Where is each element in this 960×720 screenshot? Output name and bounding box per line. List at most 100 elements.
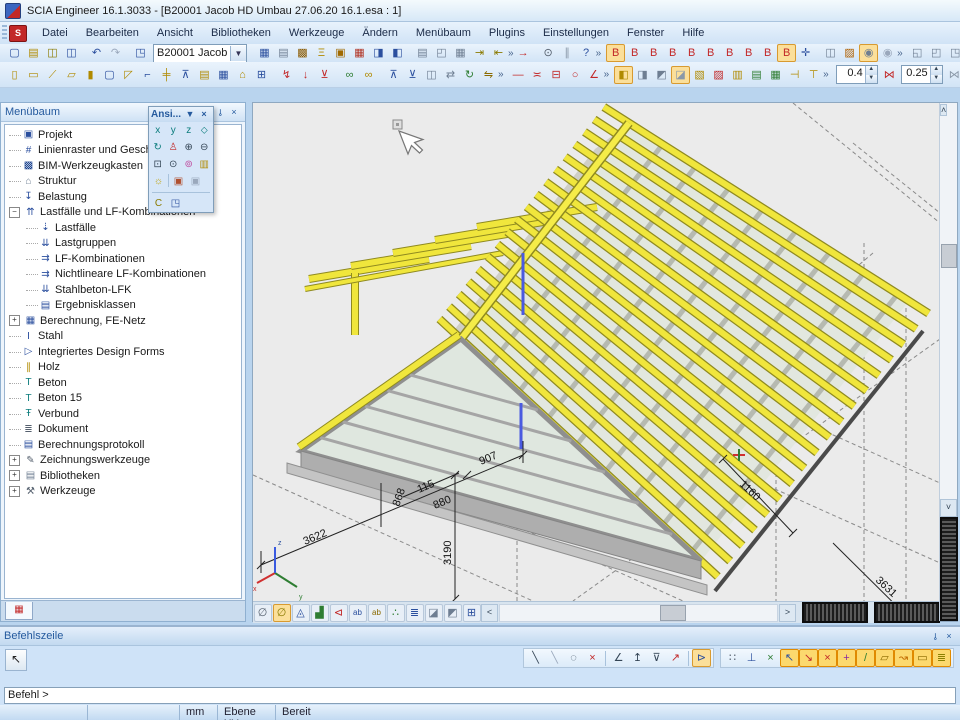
toolbar-overflow-icon[interactable]: » xyxy=(897,48,903,59)
beam-tool-icon[interactable]: ▭ xyxy=(24,66,43,84)
render-surface-icon[interactable]: ∅ xyxy=(273,604,291,622)
ucs-icon[interactable]: ◨ xyxy=(633,66,652,84)
load-panel-icon[interactable]: ▤ xyxy=(195,66,214,84)
catalog-block-icon[interactable]: ▦ xyxy=(214,66,233,84)
select-slabs-icon[interactable]: B xyxy=(644,44,663,62)
project-selector[interactable]: B20001 Jacob HD Umbau▼ xyxy=(153,44,247,63)
grid-tool-icon[interactable]: ⊞ xyxy=(252,66,271,84)
tree-expander-icon[interactable]: + xyxy=(9,470,20,481)
snap-line2-icon[interactable]: ╲ xyxy=(545,649,564,667)
select-by-property-icon[interactable]: B xyxy=(777,44,796,62)
section2-icon[interactable]: ▥ xyxy=(728,66,747,84)
tree-item-integriertes-design-forms[interactable]: ▷Integriertes Design Forms xyxy=(5,344,241,360)
opening-tool-icon[interactable]: ▢ xyxy=(100,66,119,84)
menu-bearbeiten[interactable]: Bearbeiten xyxy=(77,24,148,42)
view-plane-icon[interactable]: ◪ xyxy=(671,66,690,84)
tree-item-holz[interactable]: ∥Holz xyxy=(5,360,241,376)
dock-left-icon[interactable]: ⊣ xyxy=(785,66,804,84)
zoom-document-icon[interactable]: ⊙ xyxy=(539,44,558,62)
clipboard-icon[interactable]: ▣ xyxy=(331,44,350,62)
rotate-view-icon[interactable]: ↻ xyxy=(150,139,166,156)
mirror-icon[interactable]: ⇋ xyxy=(479,66,498,84)
ucs2-icon[interactable]: ◩ xyxy=(652,66,671,84)
tree-item-ergebnisklassen[interactable]: ▤Ergebnisklassen xyxy=(5,298,241,314)
walk-mode-icon[interactable]: ♙ xyxy=(166,139,182,156)
cursor-mode-icon[interactable]: ↖ xyxy=(5,649,27,671)
haunch-tool-icon[interactable]: ◸ xyxy=(119,66,138,84)
menu-bibliotheken[interactable]: Bibliotheken xyxy=(202,24,280,42)
draw-line-icon[interactable]: ― xyxy=(509,66,528,84)
snap-curve-icon[interactable]: ↝ xyxy=(894,649,913,667)
snap-vertical-icon[interactable]: ↥ xyxy=(628,649,647,667)
close-icon[interactable]: × xyxy=(227,106,241,119)
document-export-icon[interactable]: ⇤ xyxy=(489,44,508,62)
new-window-icon[interactable]: ◳ xyxy=(946,44,960,62)
menu-fenster[interactable]: Fenster xyxy=(618,24,673,42)
menu-datei[interactable]: Datei xyxy=(33,24,77,42)
snap-tangent-icon[interactable]: / xyxy=(856,649,875,667)
snap-size-input-spinner[interactable]: ▲▼ xyxy=(865,66,877,83)
vertical-scroll-thumb[interactable] xyxy=(941,244,957,268)
surface-load-icon[interactable]: ⊻ xyxy=(315,66,334,84)
draw-circle-icon[interactable]: ○ xyxy=(566,66,585,84)
snap-segment-icon[interactable]: ↗ xyxy=(666,649,685,667)
plate-tool-icon[interactable]: ▱ xyxy=(62,66,81,84)
dot-grid-icon[interactable]: ∷ xyxy=(723,649,742,667)
view-toolbar-header[interactable]: Ansi... ▼ × xyxy=(149,107,213,122)
wall-tool-icon[interactable]: ▮ xyxy=(81,66,100,84)
disconnect-members-icon[interactable]: ⊻ xyxy=(403,66,422,84)
storey2-icon[interactable]: ▦ xyxy=(766,66,785,84)
visibility-parameters-icon[interactable]: ◉ xyxy=(859,44,878,62)
view-load-glasses2-icon[interactable]: ∞ xyxy=(359,66,378,84)
export-red-icon[interactable]: → xyxy=(514,44,533,62)
undo-icon[interactable]: ↶ xyxy=(87,44,106,62)
tree-item-bibliotheken[interactable]: +▤Bibliotheken xyxy=(5,468,241,484)
render-image-icon[interactable]: ▣ xyxy=(170,173,187,190)
scroll-up-icon[interactable]: ˄ xyxy=(940,104,947,116)
dock-top-icon[interactable]: ⊤ xyxy=(804,66,823,84)
ortho-mode-icon[interactable]: × xyxy=(761,649,780,667)
tree-expander-icon[interactable]: + xyxy=(9,315,20,326)
menu-ansicht[interactable]: Ansicht xyxy=(148,24,202,42)
connect-members-icon[interactable]: ⊼ xyxy=(384,66,403,84)
view-z-icon[interactable]: z xyxy=(181,122,197,139)
3d-viewport[interactable]: 3622 907 868 115 880 3190 1160 3631 x y … xyxy=(252,102,958,622)
menu-plugins[interactable]: Plugins xyxy=(480,24,534,42)
member-query-icon[interactable]: ? xyxy=(577,44,596,62)
project-data-icon[interactable]: ▦ xyxy=(255,44,274,62)
frame-tool-icon[interactable]: ⌂ xyxy=(233,66,252,84)
render-image2-icon[interactable]: ▣ xyxy=(187,173,204,190)
tree-item-beton[interactable]: TBeton xyxy=(5,375,241,391)
menubar-gripper[interactable] xyxy=(2,25,7,41)
zoom-selection-icon[interactable]: ⊚ xyxy=(181,156,197,173)
font-size-input[interactable]: 0.25▲▼ xyxy=(901,65,943,84)
zoom-out-icon[interactable]: ⊖ xyxy=(197,139,213,156)
show-model-data-icon[interactable]: ≣ xyxy=(406,604,424,622)
tree-expander-icon[interactable]: − xyxy=(9,207,20,218)
tree-item-stahl[interactable]: IStahl xyxy=(5,329,241,345)
snap-orthogonal-icon[interactable]: + xyxy=(837,649,856,667)
pin-icon[interactable]: ⊸ xyxy=(213,106,227,119)
calculator-icon[interactable]: ▦ xyxy=(451,44,470,62)
snap-size-input[interactable]: 0.4▲▼ xyxy=(836,65,878,84)
copy-icon[interactable]: ◫ xyxy=(422,66,441,84)
tile-windows-icon[interactable]: ◰ xyxy=(927,44,946,62)
show-results-icon[interactable]: ▟ xyxy=(311,604,329,622)
snap-arc-icon[interactable]: ◌ xyxy=(564,649,583,667)
storey-icon[interactable]: ▤ xyxy=(747,66,766,84)
clipping-plane-icon[interactable]: ▧ xyxy=(690,66,709,84)
snap-intersection-icon[interactable]: × xyxy=(818,649,837,667)
model-3d-view[interactable]: 3622 907 868 115 880 3190 1160 3631 x y … xyxy=(253,103,940,601)
draw-angle-icon[interactable]: ∠ xyxy=(585,66,604,84)
close-icon[interactable]: × xyxy=(197,108,211,121)
snap-endpoint-icon[interactable]: ↖ xyxy=(780,649,799,667)
tree-item-stahlbeton-lfk[interactable]: ⇊Stahlbeton-LFK xyxy=(5,282,241,298)
select-loads-icon[interactable]: B xyxy=(663,44,682,62)
column-tool-icon[interactable]: ▯ xyxy=(5,66,24,84)
zoom-window-icon[interactable]: ⊡ xyxy=(150,156,166,173)
point-load-icon[interactable]: ↓ xyxy=(296,66,315,84)
tree-item-lf-kombinationen[interactable]: ⇉LF-Kombinationen xyxy=(5,251,241,267)
render-wireframe-icon[interactable]: ∅ xyxy=(254,604,272,622)
tree-expander-icon[interactable]: + xyxy=(9,486,20,497)
fe-mesh-icon[interactable]: ▦ xyxy=(350,44,369,62)
